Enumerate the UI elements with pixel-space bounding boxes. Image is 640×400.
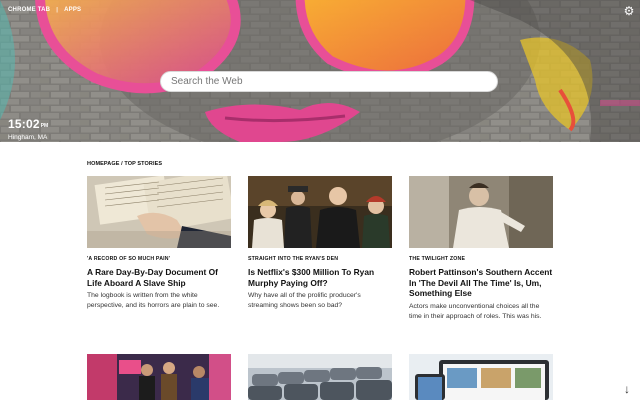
top-nav: CHROME TAB | APPS xyxy=(8,7,81,13)
gear-icon[interactable]: ⚙ xyxy=(622,4,636,18)
story-kicker: 'A RECORD OF SO MUCH PAIN' xyxy=(87,256,171,262)
clock-ampm: PM xyxy=(40,123,49,129)
hero-banner: CHROME TAB | APPS ⚙ 15:02PM Hingham, MA xyxy=(0,0,640,142)
search-input[interactable] xyxy=(160,71,498,92)
nav-separator: | xyxy=(56,7,59,13)
apps-link[interactable]: APPS xyxy=(64,7,81,13)
chrome-tab-link[interactable]: CHROME TAB xyxy=(8,7,50,13)
story-image[interactable] xyxy=(248,354,392,400)
clock-location: Hingham, MA xyxy=(8,134,48,141)
story-card-4[interactable] xyxy=(87,354,231,400)
section-title: HOMEPAGE / TOP STORIES xyxy=(87,161,163,167)
story-image[interactable] xyxy=(87,176,231,248)
story-image[interactable] xyxy=(87,354,231,400)
story-card-5[interactable] xyxy=(248,354,392,400)
story-card-2[interactable]: STRAIGHT INTO THE RYAN'S DEN Is Netflix'… xyxy=(248,176,392,311)
clock-time: 15:02 xyxy=(8,117,40,131)
story-summary: Why have all of the prolific producer's … xyxy=(248,292,361,309)
story-card-1[interactable]: 'A RECORD OF SO MUCH PAIN' A Rare Day-By… xyxy=(87,176,231,311)
story-image[interactable] xyxy=(409,354,553,400)
arrow-down-icon[interactable]: ↓ xyxy=(624,383,630,395)
story-summary: Actors make unconventional choices all t… xyxy=(409,302,542,320)
story-headline[interactable]: Is Netflix's $300 Million To Ryan Murphy… xyxy=(248,267,392,288)
story-card-3[interactable]: THE TWILIGHT ZONE Robert Pattinson's Sou… xyxy=(409,176,553,322)
story-image[interactable] xyxy=(409,176,553,248)
story-summary: The logbook is written from the white pe… xyxy=(87,292,220,309)
story-card-6[interactable] xyxy=(409,354,553,400)
story-kicker: THE TWILIGHT ZONE xyxy=(409,256,466,262)
clock-widget: 15:02PM Hingham, MA xyxy=(8,115,48,141)
story-headline[interactable]: A Rare Day-By-Day Document Of Life Aboar… xyxy=(87,267,231,288)
story-headline[interactable]: Robert Pattinson's Southern Accent In 'T… xyxy=(409,267,553,299)
story-image[interactable] xyxy=(248,176,392,248)
story-kicker: STRAIGHT INTO THE RYAN'S DEN xyxy=(248,256,339,262)
